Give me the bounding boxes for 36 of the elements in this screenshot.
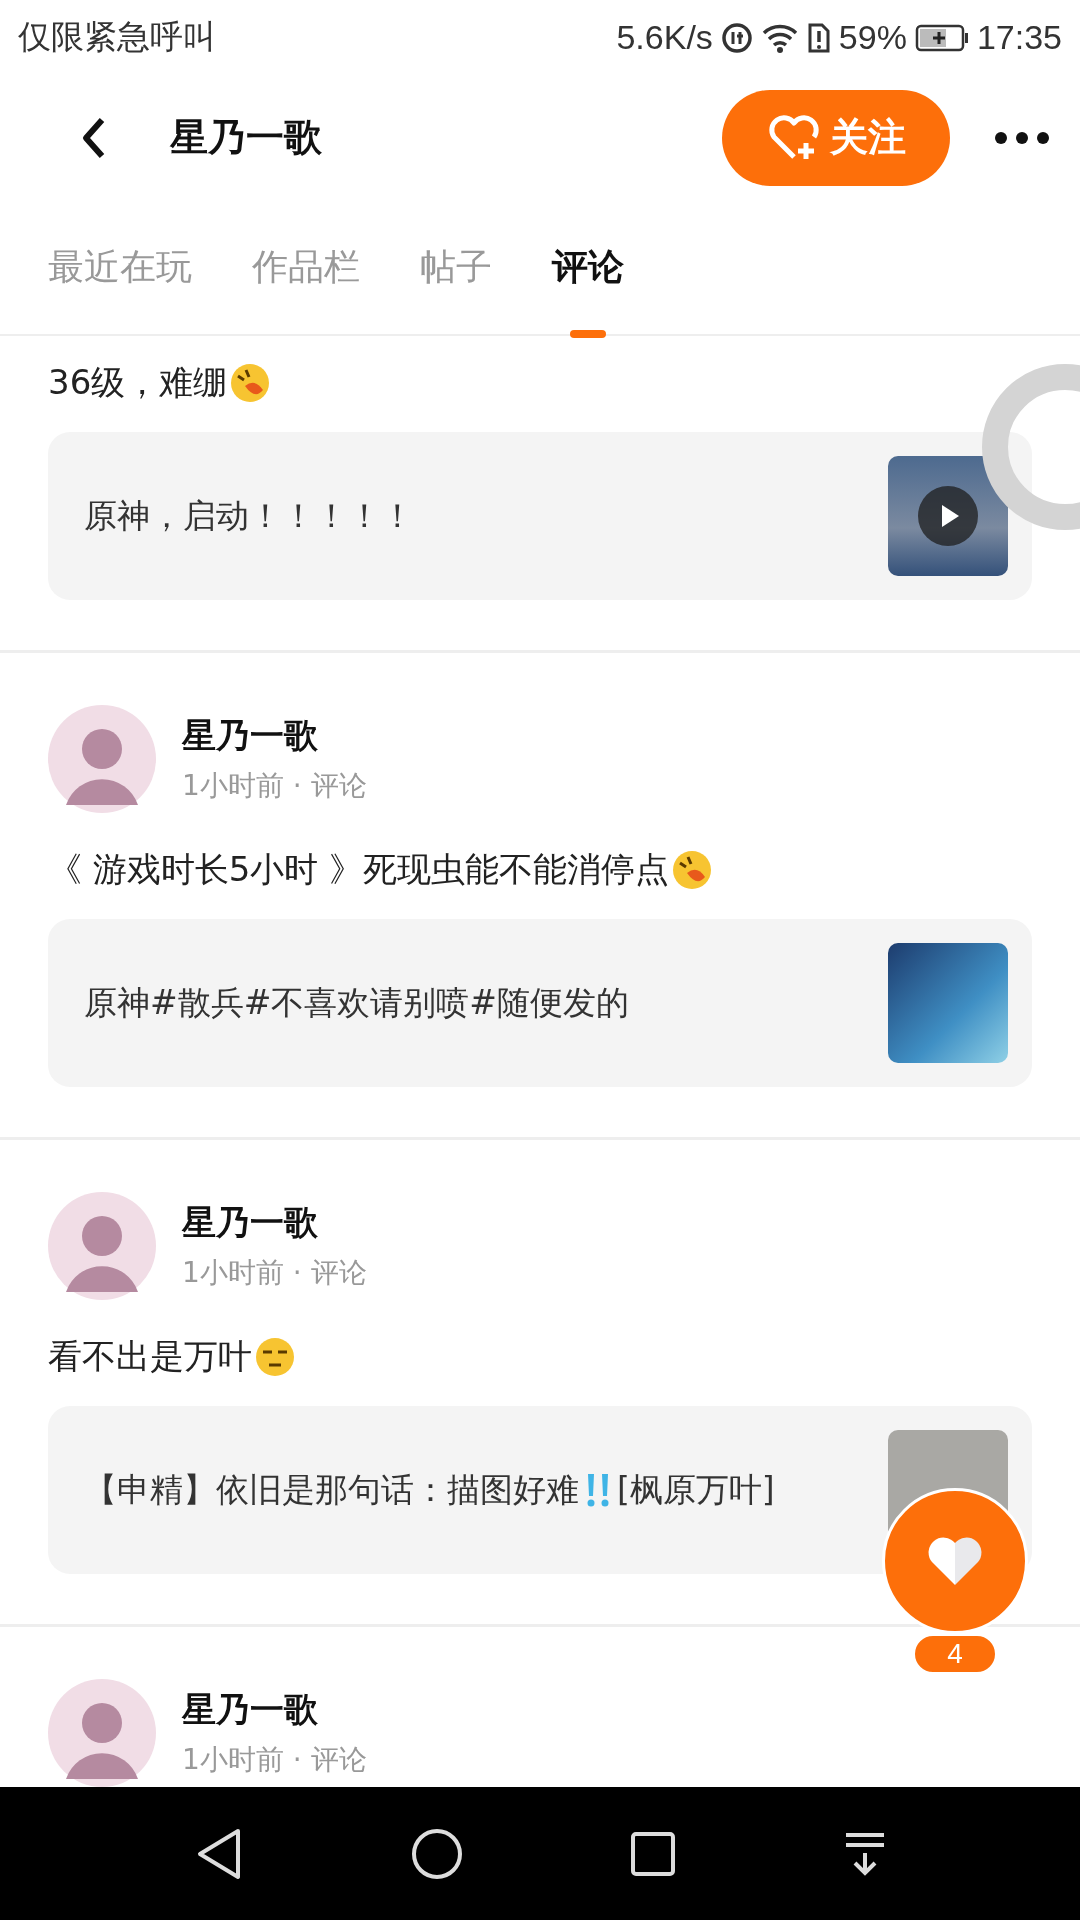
avatar-icon[interactable] <box>48 705 156 813</box>
comment-text: 36级，难绷 <box>48 361 228 404</box>
author-name[interactable]: 星乃一歌 <box>182 713 367 759</box>
like-count: 4 <box>913 1634 997 1674</box>
heart-icon <box>926 1535 984 1587</box>
post-meta: 1小时前 · 评论 <box>182 1255 367 1291</box>
home-icon[interactable] <box>410 1827 463 1880</box>
battery-icon <box>914 23 969 52</box>
sim-alert-icon <box>806 21 831 54</box>
data-saver-icon <box>720 21 753 54</box>
linked-post-title: 【申精】依旧是那句话：描图好难 <box>84 1468 579 1511</box>
laughing-emoji-icon <box>229 362 272 404</box>
linked-post-card[interactable]: 原神，启动！！！！！ <box>48 432 1032 600</box>
comment-text: 看不出是万叶 <box>48 1335 252 1378</box>
linked-post-title: 原神，启动！！！！！ <box>84 494 414 537</box>
avatar-icon[interactable] <box>48 1679 156 1787</box>
avatar-icon[interactable] <box>48 1192 156 1300</box>
battery-percent: 59% <box>838 18 907 57</box>
recents-icon[interactable] <box>629 1830 676 1877</box>
linked-post-title: [枫原万叶] <box>617 1468 775 1511</box>
comment-text: 《 游戏时长5小时 》死现虫能不能消停点 <box>48 848 670 891</box>
linked-post-card[interactable]: 原神#散兵#不喜欢请别喷#随便发的 <box>48 919 1032 1087</box>
linked-post-card[interactable]: 【申精】依旧是那句话：描图好难 [枫原万叶] <box>48 1406 1032 1574</box>
author-name[interactable]: 星乃一歌 <box>182 1200 367 1246</box>
laughing-emoji-icon <box>671 849 714 891</box>
page-title: 星乃一歌 <box>170 114 323 161</box>
clock: 17:35 <box>976 18 1062 57</box>
post-meta: 1小时前 · 评论 <box>182 768 367 804</box>
network-speed: 5.6K/s <box>616 18 713 57</box>
unamused-emoji-icon <box>254 1336 296 1378</box>
carrier-text: 仅限紧急呼叫 <box>18 16 216 58</box>
author-name[interactable]: 星乃一歌 <box>182 1687 367 1733</box>
post-meta: 1小时前 · 评论 <box>182 1742 367 1778</box>
linked-post-title: 原神#散兵#不喜欢请别喷#随便发的 <box>84 981 629 1024</box>
more-icon[interactable] <box>994 130 1050 145</box>
tab[interactable]: 评论 <box>552 196 624 338</box>
